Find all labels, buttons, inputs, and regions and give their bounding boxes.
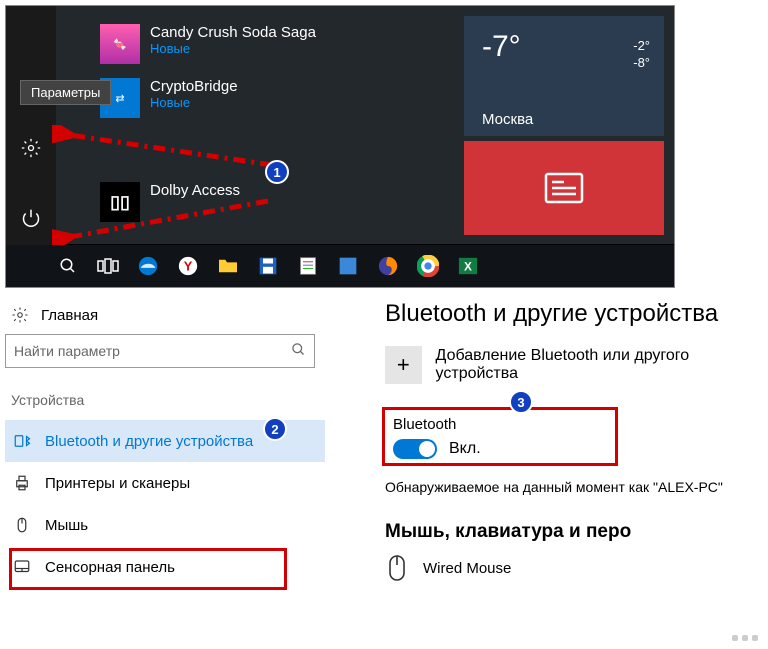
toggle-state: Вкл. — [449, 440, 481, 458]
power-button[interactable] — [6, 194, 56, 242]
add-device-row[interactable]: + Добавление Bluetooth или другого устро… — [385, 346, 763, 384]
home-label: Главная — [41, 307, 98, 324]
printer-icon — [13, 474, 31, 492]
page-title: Bluetooth и другие устройства — [385, 300, 763, 328]
taskbar-search[interactable] — [52, 250, 84, 282]
section-label: Устройства — [5, 392, 325, 408]
device-wired-mouse[interactable]: Wired Mouse — [385, 553, 763, 583]
taskview-icon — [97, 258, 119, 274]
nav-mouse[interactable]: Мышь — [5, 504, 325, 546]
taskbar-edge[interactable] — [132, 250, 164, 282]
floppy-icon — [258, 256, 278, 276]
nav-printers[interactable]: Принтеры и сканеры — [5, 462, 325, 504]
app-name: CryptoBridge — [150, 78, 238, 95]
app-item-candy[interactable]: 🍬 Candy Crush Soda Saga Новые — [100, 24, 316, 64]
taskbar-save[interactable] — [252, 250, 284, 282]
gear-icon — [11, 306, 29, 324]
candy-icon: 🍬 — [100, 24, 140, 64]
app-icon — [338, 256, 358, 276]
search-icon — [291, 342, 306, 360]
annotation-badge-3: 3 — [509, 390, 533, 414]
bluetooth-toggle[interactable] — [393, 439, 437, 459]
search-placeholder: Найти параметр — [14, 343, 120, 359]
nav-label: Мышь — [45, 517, 88, 534]
settings-sidebar: Главная Найти параметр Устройства Blueto… — [5, 300, 325, 588]
weather-city: Москва — [482, 111, 533, 128]
news-tile[interactable] — [464, 141, 664, 235]
search-icon — [59, 257, 77, 275]
nav-label: Сенсорная панель — [45, 559, 175, 576]
svg-text:Y: Y — [184, 259, 193, 274]
taskbar-excel[interactable]: X — [452, 250, 484, 282]
touchpad-icon — [13, 558, 31, 576]
taskbar-app1[interactable] — [292, 250, 324, 282]
add-label: Добавление Bluetooth или другого устройс… — [436, 347, 763, 383]
folder-icon — [217, 257, 239, 275]
taskbar-chrome[interactable] — [412, 250, 444, 282]
arrow-1-to-start — [52, 195, 282, 245]
power-icon — [21, 208, 41, 228]
settings-search[interactable]: Найти параметр — [5, 334, 315, 368]
weather-temp: -7° — [482, 30, 646, 64]
taskbar-taskview[interactable] — [92, 250, 124, 282]
bluetooth-label: Bluetooth — [393, 416, 607, 433]
bluetooth-toggle-section: Bluetooth Вкл. — [385, 410, 615, 463]
gear-icon — [21, 138, 41, 158]
weather-tile[interactable]: -7° -2°-8° Москва — [464, 16, 664, 136]
document-icon — [298, 256, 318, 276]
device-name: Wired Mouse — [423, 560, 511, 577]
settings-tooltip: Параметры — [20, 80, 111, 105]
taskbar-firefox[interactable] — [372, 250, 404, 282]
app-item-crypto[interactable]: ⇄ CryptoBridge Новые — [100, 78, 238, 118]
arrow-1-to-settings — [52, 125, 282, 175]
taskbar-app2[interactable] — [332, 250, 364, 282]
section-mouse-keyboard: Мышь, клавиатура и перо — [385, 521, 763, 543]
taskbar-yandex[interactable]: Y — [172, 250, 204, 282]
settings-button[interactable] — [6, 124, 56, 172]
nav-label: Принтеры и сканеры — [45, 475, 190, 492]
settings-content: Bluetooth и другие устройства + Добавлен… — [385, 300, 763, 583]
taskbar-explorer[interactable] — [212, 250, 244, 282]
nav-home[interactable]: Главная — [5, 300, 325, 334]
plus-icon: + — [385, 346, 422, 384]
yandex-icon: Y — [177, 255, 199, 277]
nav-label: Bluetooth и другие устройства — [45, 433, 253, 450]
annotation-badge-2: 2 — [263, 417, 287, 441]
firefox-icon — [377, 255, 399, 277]
chrome-icon — [417, 255, 439, 277]
settings-window: Главная Найти параметр Устройства Blueto… — [5, 300, 763, 644]
svg-text:X: X — [464, 260, 472, 274]
annotation-badge-1: 1 — [265, 160, 289, 184]
app-sub: Новые — [150, 41, 316, 56]
edge-icon — [137, 255, 159, 277]
excel-icon: X — [457, 256, 479, 276]
app-sub: Новые — [150, 95, 238, 110]
page-dots — [732, 635, 758, 641]
news-icon — [544, 172, 584, 204]
nav-touchpad[interactable]: Сенсорная панель — [5, 546, 325, 588]
weather-range: -2°-8° — [633, 38, 650, 72]
bluetooth-devices-icon — [13, 432, 31, 450]
taskbar: Y X — [6, 245, 674, 287]
mouse-icon — [385, 553, 409, 583]
app-name: Candy Crush Soda Saga — [150, 24, 316, 41]
mouse-icon — [13, 516, 31, 534]
discoverable-text: Обнаруживаемое на данный момент как "ALE… — [385, 479, 763, 495]
